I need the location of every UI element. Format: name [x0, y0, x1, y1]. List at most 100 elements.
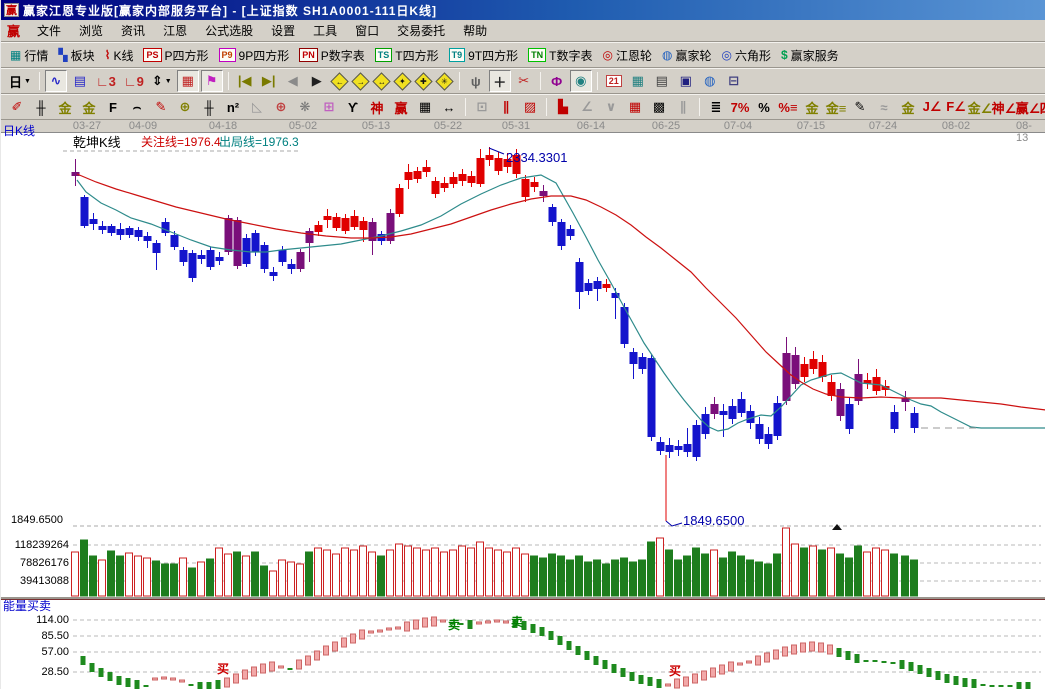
fan-lines-tool[interactable]: ∥ — [495, 96, 517, 118]
pen-tool[interactable]: ✐ — [6, 96, 28, 118]
zigzag-tool[interactable]: ∨ — [600, 96, 622, 118]
menu-item-5[interactable]: 设置 — [262, 20, 304, 41]
diamond-star-button[interactable]: ✦ — [393, 71, 412, 91]
gann-wheel-button[interactable]: ◎ 江恩轮 — [597, 44, 657, 66]
t-table-button[interactable]: TN T数字表 — [523, 44, 597, 66]
purple-tool-button[interactable]: Ф — [546, 70, 568, 92]
calendar-button[interactable]: 21 — [603, 70, 625, 92]
target-cross-tool[interactable]: ⊕ — [270, 96, 292, 118]
crosshair-tool-button[interactable]: ＋ — [488, 70, 511, 92]
p-table-button[interactable]: PN P数字表 — [294, 44, 370, 66]
period-day-combo[interactable]: 日 ▼ — [6, 70, 34, 92]
candle-style-combo[interactable]: ⇕ ▼ — [149, 70, 175, 92]
diamond-cross-button[interactable]: ✚ — [414, 71, 433, 91]
winner-wheel-button[interactable]: ◍ 赢家轮 — [657, 44, 717, 66]
n2-grid-tool[interactable]: n² — [222, 96, 244, 118]
9p-square-button[interactable]: P9 9P四方形 — [214, 44, 295, 66]
web-grid-tool[interactable]: ⊞ — [318, 96, 340, 118]
shen-tool[interactable]: 神 — [366, 96, 388, 118]
cut-tool-button[interactable]: ✂ — [513, 70, 535, 92]
sectors-button[interactable]: ▚ 板块 — [53, 44, 99, 66]
dense-grid-tool[interactable]: ▦ — [414, 96, 436, 118]
diamond-horizontal-button[interactable]: ↔ — [372, 71, 391, 91]
pen2-tool[interactable]: ✎ — [150, 96, 172, 118]
diamond-left-button[interactable]: ← — [330, 71, 349, 91]
menu-item-4[interactable]: 公式选股 — [196, 20, 262, 41]
f-angle-tool[interactable]: F∠ — [945, 96, 967, 118]
gold-angle-tool[interactable]: 金 — [897, 96, 919, 118]
gold-grid2-tool[interactable]: 金 — [78, 96, 100, 118]
chart-area[interactable]: 03-27 04-09 04-18 05-02 05-13 05-22 05-31 06-14… — [1, 120, 1045, 689]
diamond-right-button[interactable]: → — [351, 71, 370, 91]
calculator-button[interactable]: ▦ — [627, 70, 649, 92]
menu-item-3[interactable]: 江恩 — [154, 20, 196, 41]
angle-ruler-tool[interactable]: ◺ — [246, 96, 268, 118]
menu-item-1[interactable]: 浏览 — [70, 20, 112, 41]
web-button[interactable]: ◍ — [699, 70, 721, 92]
menu-item-8[interactable]: 交易委托 — [388, 20, 454, 41]
mark-pen-tool[interactable]: ✎ — [849, 96, 871, 118]
target-cross-tool-icon: ⊕ — [275, 99, 287, 114]
notepad-button[interactable]: ▤ — [651, 70, 673, 92]
print-button[interactable]: ⊟ — [723, 70, 745, 92]
kuang-button[interactable]: ▦ — [176, 70, 199, 92]
box-tool[interactable]: ⊡ — [471, 96, 493, 118]
grid3-button[interactable]: ∟3 — [93, 70, 119, 92]
t-square-button[interactable]: TS T四方形 — [370, 44, 444, 66]
smart-brain-button[interactable]: ◉ — [569, 70, 592, 92]
diamond-all-button[interactable]: ✳ — [435, 71, 454, 91]
menu-item-2[interactable]: 资讯 — [112, 20, 154, 41]
wave-tool[interactable]: ≈ — [873, 96, 895, 118]
span-arrow-tool[interactable]: ↔ — [438, 96, 460, 118]
flag-button[interactable]: ⚑ — [200, 70, 223, 92]
9t-square-button[interactable]: T9 9T四方形 — [444, 44, 524, 66]
shen-angle-tool[interactable]: 神∠ — [992, 96, 1017, 118]
winner-service-button[interactable]: $ 赢家服务 — [776, 44, 844, 66]
nav-next-button[interactable]: ▶ — [306, 70, 328, 92]
levels-tool[interactable]: ≣ — [705, 96, 727, 118]
nav-first-button[interactable]: |◀ — [234, 70, 256, 92]
menu-item-6[interactable]: 工具 — [304, 20, 346, 41]
corner-fan-tool[interactable]: ▙ — [552, 96, 574, 118]
gold-lines-tool[interactable]: 金≡ — [825, 96, 847, 118]
nav-prev-button[interactable]: ◀ — [282, 70, 304, 92]
menu-item-7[interactable]: 窗口 — [346, 20, 388, 41]
gann-box-tool[interactable]: ▨ — [519, 96, 541, 118]
nav-last-button[interactable]: ▶| — [258, 70, 280, 92]
save-button[interactable]: ▣ — [675, 70, 697, 92]
gold-fan-tool[interactable]: 金∠ — [968, 96, 993, 118]
kline-chart-canvas[interactable] — [1, 120, 1045, 689]
gann-circle-tool[interactable]: ⊕ — [174, 96, 196, 118]
gold-grid-tool[interactable]: 金 — [54, 96, 76, 118]
quotes-button[interactable]: ▦ 行情 — [5, 44, 53, 66]
bow-grid-tool[interactable]: ⌢ — [126, 96, 148, 118]
volume-bar — [143, 557, 151, 597]
hand-tool-button[interactable]: ψ — [465, 70, 487, 92]
menu-item-0[interactable]: 文件 — [28, 20, 70, 41]
ying-angle-tool[interactable]: 赢∠ — [1016, 96, 1041, 118]
parallel-tool[interactable]: ∥ — [672, 96, 694, 118]
kline-button[interactable]: ⌇ K线 — [100, 44, 139, 66]
angle-line-tool[interactable]: ∠ — [576, 96, 598, 118]
hatch2-tool[interactable]: ╫ — [198, 96, 220, 118]
menu-item-9[interactable]: 帮助 — [454, 20, 496, 41]
gold-circle-tool[interactable]: 金 — [801, 96, 823, 118]
ying-tool[interactable]: 赢 — [390, 96, 412, 118]
si-angle-tool[interactable]: 四∠ — [1040, 96, 1045, 118]
title-bar[interactable]: 赢 赢家江恩专业版[赢家内部服务平台] - [上证指数 SH1A0001-111… — [1, 0, 1045, 20]
f-grid-tool[interactable]: F — [102, 96, 124, 118]
hexagon-button[interactable]: ◎ 六角形 — [716, 44, 776, 66]
main-pattern-button[interactable]: ∿ — [44, 70, 67, 92]
red-grid-tool[interactable]: ▦ — [624, 96, 646, 118]
percent7-tool[interactable]: 7% — [729, 96, 751, 118]
grid9-button[interactable]: ∟9 — [121, 70, 147, 92]
info-panel-button[interactable]: ▤ — [69, 70, 91, 92]
wave-mark-tool[interactable]: ϒ — [342, 96, 364, 118]
percent-lines-tool[interactable]: %≡ — [777, 96, 799, 118]
percent-tool[interactable]: % — [753, 96, 775, 118]
p-square-button[interactable]: PS P四方形 — [138, 44, 213, 66]
hatch-tool[interactable]: ╫ — [30, 96, 52, 118]
spider-web-tool[interactable]: ❋ — [294, 96, 316, 118]
dark-grid-tool[interactable]: ▩ — [648, 96, 670, 118]
j-angle-tool[interactable]: J∠ — [921, 96, 943, 118]
